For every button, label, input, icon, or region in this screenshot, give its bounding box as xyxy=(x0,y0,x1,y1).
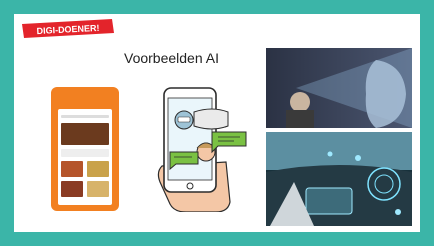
self-driving-car-photo xyxy=(266,132,412,226)
food-photo xyxy=(87,161,109,177)
slide: DIGI-DOENER! Voorbeelden AI xyxy=(14,14,420,232)
food-app-image xyxy=(51,87,119,211)
food-photo xyxy=(61,123,109,145)
food-photo xyxy=(61,161,83,177)
chatbot-illustration xyxy=(157,87,247,212)
app-screen xyxy=(58,109,112,205)
app-bar xyxy=(61,115,109,118)
food-photo xyxy=(61,181,83,197)
food-row xyxy=(61,149,109,157)
app-header xyxy=(51,87,119,107)
face-recognition-photo xyxy=(266,48,412,128)
food-photo xyxy=(87,181,109,197)
digi-doener-badge: DIGI-DOENER! xyxy=(22,19,114,38)
slide-title: Voorbeelden AI xyxy=(124,50,219,66)
slide-frame: DIGI-DOENER! Voorbeelden AI xyxy=(0,0,434,246)
